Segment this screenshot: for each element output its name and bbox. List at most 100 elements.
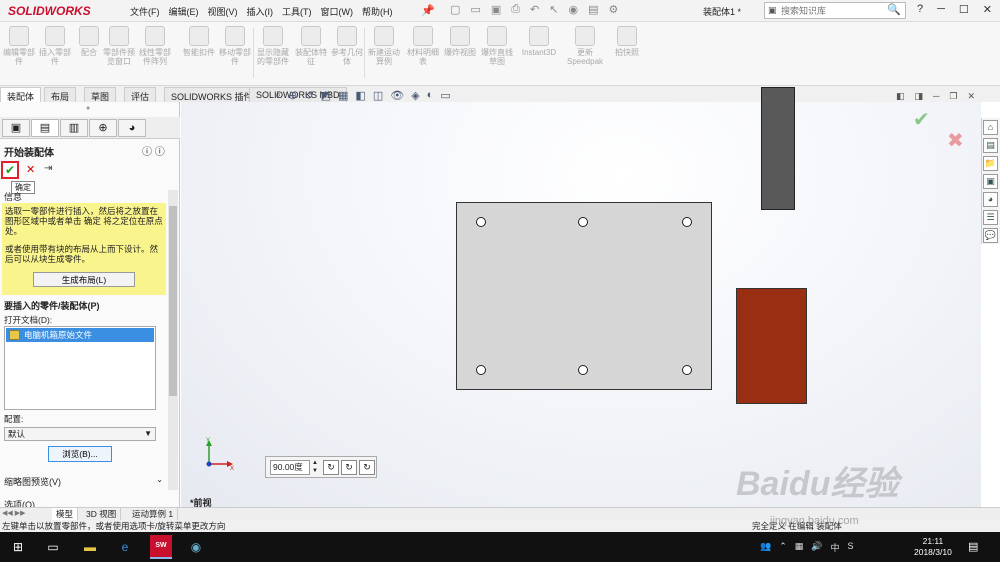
help-icon[interactable]: ? (917, 3, 923, 16)
panel-scrollbar[interactable] (168, 190, 178, 490)
open-documents-list[interactable]: 电脑机箱原始文件 (4, 326, 156, 410)
view-palette-icon[interactable]: ▣ (983, 174, 998, 189)
menu-view[interactable]: 视图(V) (208, 5, 238, 18)
dark-gray-bar-part[interactable] (761, 87, 795, 210)
select-icon[interactable]: ↖ (549, 3, 558, 16)
file-explorer-icon[interactable]: ▬ (82, 539, 98, 555)
rotate-y-button[interactable]: ↻ (341, 460, 357, 475)
ribbon-component-preview-button[interactable]: 零部件预览窗口 (102, 26, 136, 66)
doc-minimize-icon[interactable]: ─ (933, 91, 939, 102)
file-properties-icon[interactable]: ▤ (588, 3, 598, 16)
ribbon-update-speedpak-button[interactable]: 更新Speedpak (565, 26, 605, 66)
zoom-to-fit-icon[interactable]: ⌕ (275, 89, 281, 102)
notification-center-icon[interactable]: ▤ (968, 540, 978, 553)
tab-model[interactable]: 模型 (52, 508, 79, 520)
browse-button[interactable]: 浏览(B)... (48, 446, 112, 462)
menu-insert[interactable]: 插入(I) (247, 5, 274, 18)
menu-tools[interactable]: 工具(T) (282, 5, 312, 18)
ribbon-snapshot-button[interactable]: 拍快照 (610, 26, 644, 57)
display-style-icon[interactable]: ◫ (373, 89, 383, 102)
tab-evaluate[interactable]: 评估 (124, 87, 157, 102)
cancel-corner-x-icon[interactable]: ✖ (947, 128, 964, 153)
task-view-icon[interactable]: ▭ (45, 539, 61, 555)
scrollbar-thumb[interactable] (169, 206, 177, 396)
help-icons[interactable]: ⓘ ⓘ (142, 143, 165, 158)
edit-appearance-icon[interactable]: ◈ (411, 89, 419, 102)
tab-dimxpert-manager[interactable]: ⊕ (89, 119, 117, 137)
rotate-z-button[interactable]: ↻ (359, 460, 375, 475)
ribbon-linear-pattern-button[interactable]: 线性零部件阵列 (138, 26, 172, 66)
parts-to-insert-header[interactable]: 要插入的零件/装配体(P) (4, 299, 100, 312)
solidworks-taskbar-app[interactable]: SW 2016 (150, 535, 172, 559)
tab-property-manager[interactable]: ▤ (31, 119, 59, 137)
gray-plate-part[interactable] (456, 202, 712, 390)
ribbon-exploded-view-button[interactable]: 爆炸视图 (443, 26, 477, 57)
configuration-select[interactable]: 默认 ▼ (4, 427, 156, 441)
ribbon-instant3d-button[interactable]: Instant3D (517, 26, 561, 57)
save-icon[interactable]: ▣ (491, 3, 501, 16)
volume-icon[interactable]: 🔊 (811, 541, 822, 554)
thumbnail-preview-header[interactable]: 缩略图预览(V) (4, 475, 61, 488)
solidworks-resources-icon[interactable]: ⌂ (983, 120, 998, 135)
tab-configuration-manager[interactable]: ▥ (60, 119, 88, 137)
keep-visible-pin-icon[interactable]: ⇥ (44, 163, 52, 174)
search-input[interactable] (781, 3, 891, 18)
maximize-icon[interactable]: ☐ (959, 3, 969, 16)
search-scope-icon[interactable]: ▣ (768, 5, 777, 16)
view-orientation-icon[interactable]: ◧ (355, 89, 365, 102)
rotate-x-button[interactable]: ↻ (323, 460, 339, 475)
confirm-corner-check-icon[interactable]: ✔ (913, 107, 930, 132)
tab-display-manager[interactable]: ◕ (118, 119, 146, 137)
zoom-area-icon[interactable]: ⊕ (288, 89, 297, 102)
list-item[interactable]: 电脑机箱原始文件 (6, 328, 154, 342)
tile-left-icon[interactable]: ◧ (896, 91, 905, 102)
tab-sketch[interactable]: 草图 (84, 87, 117, 102)
ime-icon[interactable]: S (848, 541, 854, 554)
clock[interactable]: 21:11 2018/3/10 (914, 536, 952, 558)
menu-edit[interactable]: 编辑(E) (169, 5, 199, 18)
edge-browser-icon[interactable]: e (117, 539, 133, 555)
app-icon[interactable]: ◉ (188, 539, 204, 555)
print-icon[interactable]: ⎙ (511, 3, 520, 16)
ribbon-edit-component-button[interactable]: 编辑零部件 (2, 26, 36, 66)
undo-icon[interactable]: ↶ (530, 3, 539, 16)
custom-properties-icon[interactable]: ☰ (983, 210, 998, 225)
doc-close-icon[interactable]: ✕ (968, 91, 976, 102)
design-library-icon[interactable]: ▤ (983, 138, 998, 153)
panel-grip-icon[interactable]: ● (86, 105, 90, 112)
red-block-part[interactable] (736, 288, 807, 404)
ribbon-insert-component-button[interactable]: 插入零部件 (38, 26, 72, 66)
menu-window[interactable]: 窗口(W) (321, 5, 354, 18)
input-language[interactable]: 中 (831, 541, 840, 554)
ribbon-show-hidden-button[interactable]: 显示隐藏的零部件 (256, 26, 290, 66)
forum-icon[interactable]: 💬 (983, 228, 998, 243)
tab-layout[interactable]: 布局 (44, 87, 77, 102)
ribbon-move-component-button[interactable]: 移动零部件 (218, 26, 252, 66)
info-section-header[interactable]: 信息 (4, 190, 22, 203)
tab-motion-study[interactable]: 运动算例 1 (128, 508, 179, 520)
appearances-icon[interactable]: ◕ (983, 192, 998, 207)
tab-scroll-arrows-icon[interactable]: ◀◀ ▶▶ (2, 509, 25, 517)
close-icon[interactable]: ✕ (983, 3, 992, 16)
ribbon-assembly-features-button[interactable]: 装配体特征 (294, 26, 328, 66)
tab-solidworks-addins[interactable]: SOLIDWORKS 插件 (164, 87, 260, 102)
view-settings-icon[interactable]: ▭ (440, 89, 450, 102)
search-icon[interactable]: 🔍 (887, 3, 901, 16)
ribbon-reference-geometry-button[interactable]: 参考几何体 (330, 26, 364, 66)
doc-restore-icon[interactable]: ❐ (949, 91, 957, 102)
ribbon-explode-line-button[interactable]: 爆炸直线草图 (480, 26, 514, 66)
previous-view-icon[interactable]: ↺ (304, 89, 313, 102)
menu-help[interactable]: 帮助(H) (362, 5, 393, 18)
ribbon-bom-button[interactable]: 材料明细表 (406, 26, 440, 66)
tab-3d-views[interactable]: 3D 视图 (82, 508, 122, 520)
new-document-icon[interactable]: ▢ (450, 3, 460, 16)
solidworks-logo[interactable]: SOLIDWORKS (8, 4, 91, 18)
ribbon-new-motion-study-button[interactable]: 新建运动算例 (367, 26, 401, 66)
options-gear-icon[interactable]: ⚙ (608, 3, 618, 16)
people-icon[interactable]: 👥 (760, 541, 771, 554)
dynamic-annotation-icon[interactable]: ▦ (338, 89, 348, 102)
show-hidden-icons-icon[interactable]: ⌃ (779, 541, 787, 554)
ribbon-mate-button[interactable]: 配合 (72, 26, 106, 57)
chevron-down-icon[interactable]: ⌄ (156, 475, 163, 484)
menu-file[interactable]: 文件(F) (130, 5, 160, 18)
